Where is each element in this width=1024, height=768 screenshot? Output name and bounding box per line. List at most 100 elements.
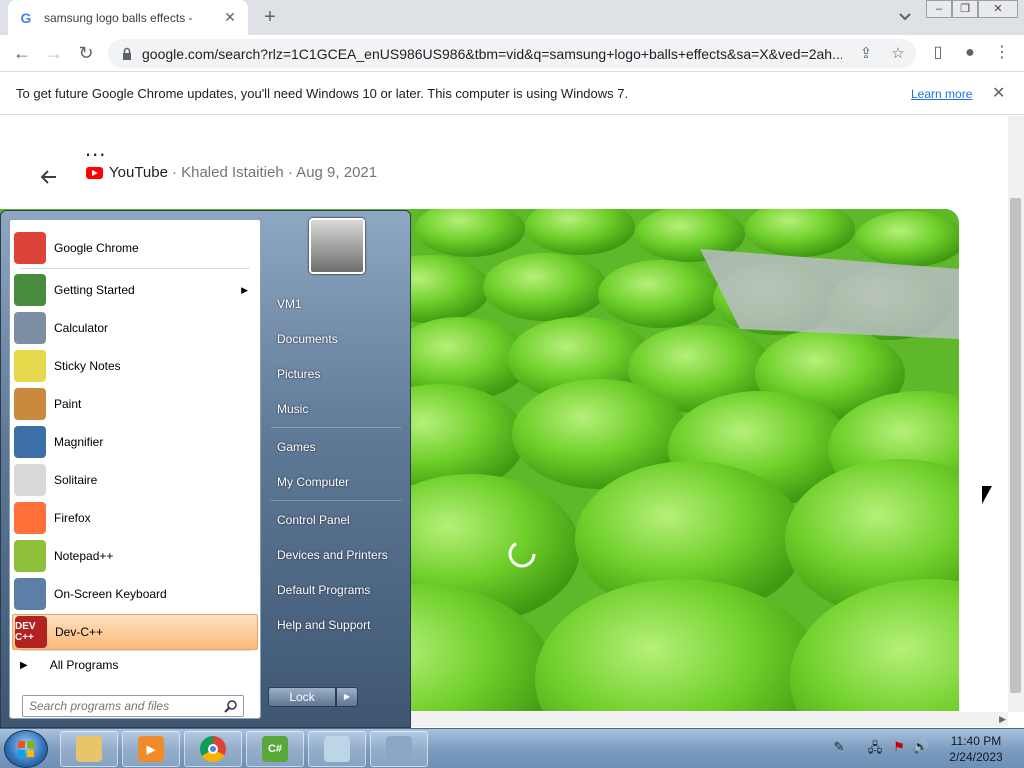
address-bar[interactable]: google.com/search?rlz=1C1GCEA_enUS986US9… [108,39,916,68]
start-program-item[interactable]: Solitaire [12,462,258,498]
network-tray-icon[interactable]: 🖧 [866,739,884,757]
notepad-icon [324,736,350,762]
program-label: Notepad++ [54,549,114,563]
close-window-button[interactable]: ✕ [978,0,1018,18]
start-program-item[interactable]: Google Chrome [12,230,258,266]
program-label: Google Chrome [54,241,139,255]
shutdown-options-arrow-icon[interactable]: ▶ [336,687,358,707]
all-programs-button[interactable]: ▶ All Programs [20,658,118,672]
back-button[interactable]: ← [10,41,34,65]
tab-close-icon[interactable]: ✕ [222,9,238,26]
csharp-icon: C# [262,736,288,762]
video-meta: · Khaled Istaitieh · Aug 9, 2021 [171,164,378,181]
triangle-right-icon: ▶ [20,659,28,671]
profile-icon[interactable]: ● [960,43,980,63]
vertical-scrollbar[interactable] [1008,116,1024,712]
start-button[interactable] [4,730,48,768]
side-panel-icon[interactable]: ▯ [928,43,948,63]
taskbar-notepad[interactable] [308,731,366,767]
taskbar-csharp[interactable]: C# [246,731,304,767]
handwriting-tray-icon[interactable]: ✎ [824,739,854,757]
learn-more-link[interactable]: Learn more [911,87,972,101]
infobar-close-icon[interactable]: ✕ [992,83,1005,103]
start-right-link[interactable]: Help and Support [277,618,370,632]
media-player-icon: ▶ [138,736,164,762]
volume-tray-icon[interactable]: 🔊 [912,739,930,757]
separator [271,500,401,501]
youtube-logo-icon [86,166,103,179]
search-input[interactable] [27,697,217,715]
clock-date: 2/24/2023 [949,750,1003,764]
sticky-notes-icon [14,350,46,382]
keyboard-icon [386,736,412,762]
start-right-link[interactable]: Games [277,440,316,454]
start-right-link[interactable]: Control Panel [277,513,350,527]
program-label: Paint [54,397,82,411]
tab-title: samsung logo balls effects - Goo [44,10,194,25]
getting-started-icon [14,274,46,306]
start-right-link[interactable]: Documents [277,332,338,346]
url-text[interactable]: google.com/search?rlz=1C1GCEA_enUS986US9… [142,46,842,62]
mouse-cursor [982,486,992,504]
chrome-icon [200,736,226,762]
all-programs-label: All Programs [49,658,119,672]
taskbar-explorer[interactable] [60,731,118,767]
start-program-item[interactable]: Notepad++ [12,538,258,574]
separator [20,650,250,651]
restore-button[interactable]: ❐ [952,0,978,18]
more-dots[interactable]: ... [85,136,106,162]
program-label: On-Screen Keyboard [54,587,167,601]
menu-icon[interactable]: ⋮ [992,43,1012,63]
start-program-item[interactable]: Paint [12,386,258,422]
share-icon[interactable]: ⇪ [857,45,875,63]
source-name[interactable]: YouTube [109,164,168,181]
action-center-flag-icon[interactable]: ⚑ [890,739,908,757]
start-program-item[interactable]: Sticky Notes [12,348,258,384]
chevron-down-icon[interactable] [896,8,914,26]
start-search-box[interactable] [22,695,244,717]
submenu-arrow-icon: ▶ [241,284,248,295]
keyboard-icon [14,578,46,610]
infobar-message: To get future Google Chrome updates, you… [16,86,629,101]
solitaire-icon [14,464,46,496]
clock[interactable]: 11:40 PM 2/24/2023 [940,733,1012,765]
program-label: Solitaire [54,473,98,487]
start-program-item[interactable]: On-Screen Keyboard [12,576,258,612]
google-favicon-icon: G [20,9,32,26]
start-program-item[interactable]: Firefox [12,500,258,536]
bookmark-star-icon[interactable]: ☆ [889,45,907,63]
start-right-link[interactable]: Default Programs [277,583,370,597]
browser-toolbar: ← → ↻ google.com/search?rlz=1C1GCEA_enUS… [0,35,1024,71]
forward-button[interactable]: → [42,41,66,65]
program-label: Sticky Notes [54,359,121,373]
scroll-right-icon[interactable]: ▶ [999,714,1006,725]
calculator-icon [14,312,46,344]
start-right-link[interactable]: My Computer [277,475,349,489]
user-picture[interactable] [309,218,365,274]
start-menu-programs-pane: ▶ All Programs Google Chrome Getting Star… [9,219,261,719]
start-program-item[interactable]: DEV C++ Dev-C++ [12,614,258,650]
start-right-link[interactable]: Music [277,402,308,416]
start-right-link[interactable]: Pictures [277,367,320,381]
taskbar-chrome[interactable] [184,731,242,767]
search-icon[interactable] [224,699,238,713]
start-program-item[interactable]: Calculator [12,310,258,346]
lock-button[interactable]: Lock [268,687,336,707]
reload-button[interactable]: ↻ [74,41,98,65]
minimize-button[interactable]: – [926,0,952,18]
start-program-item[interactable]: Magnifier [12,424,258,460]
taskbar-keyboard[interactable] [370,731,428,767]
scroll-thumb[interactable] [1010,198,1021,693]
taskbar: ▶ C# ✎ 🖧 ⚑ 🔊 11:40 PM 2/24/2023 [0,728,1024,768]
magnifier-icon [14,426,46,458]
back-arrow-icon[interactable] [38,166,60,188]
lock-icon[interactable] [120,47,134,61]
program-label: Getting Started [54,283,135,297]
start-right-link[interactable]: Devices and Printers [277,548,388,562]
browser-tab[interactable]: G samsung logo balls effects - Goo ✕ [8,0,248,35]
new-tab-button[interactable]: + [258,5,282,29]
horizontal-scrollbar[interactable]: ▶ [410,712,1008,727]
start-program-item[interactable]: Getting Started ▶ [12,272,258,308]
start-right-link[interactable]: VM1 [277,297,302,311]
taskbar-media-player[interactable]: ▶ [122,731,180,767]
